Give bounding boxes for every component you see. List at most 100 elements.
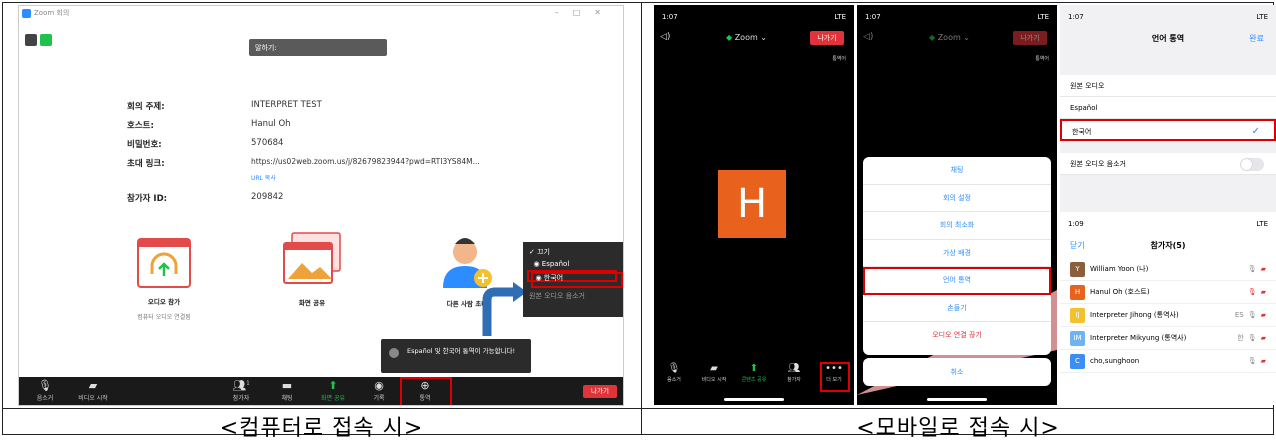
menu-meeting-settings[interactable]: 회의 설정 xyxy=(863,185,1051,212)
window-controls[interactable]: –□✕ xyxy=(555,8,615,17)
highlight-interpretation xyxy=(863,267,1051,295)
leave-button[interactable]: 나가기 xyxy=(1013,31,1047,45)
avatar: IJ xyxy=(1070,308,1085,323)
mute-original-toggle[interactable] xyxy=(1240,158,1264,171)
toast-text: Español 및 한국어 통역이 가능합니다! xyxy=(407,347,516,355)
globe-icon xyxy=(389,348,399,358)
participants-icon: 👥︎1 xyxy=(232,379,250,392)
leave-button[interactable]: 나가기 xyxy=(583,385,617,398)
mic-video-icons: 한 🎙︎ ▰ xyxy=(1237,334,1266,342)
password-value: 570684 xyxy=(251,138,284,148)
highlight-interpret xyxy=(400,377,452,405)
avatar: C xyxy=(1070,354,1085,369)
mic-icon: 🎙︎ xyxy=(667,363,681,374)
caption-desktop: <컴퓨터로 접속 시> xyxy=(219,416,424,441)
leave-button[interactable]: 나가기 xyxy=(810,31,844,45)
password-key: 비밀번호: xyxy=(127,140,162,150)
mic-video-icons: 🎙︎ ▰ xyxy=(1247,288,1266,296)
share-button[interactable]: ⬆ 콘텐츠 공유 xyxy=(739,363,769,383)
shield-icon[interactable] xyxy=(40,34,52,46)
meeting-header: ◁) ◆ Zoom ⌄ 나가기 xyxy=(654,29,854,49)
participant-row[interactable]: IM Interpreter Mikyung (통역사) 한 🎙︎ ▰ xyxy=(1060,327,1276,350)
participant-id-key: 참가자 ID: xyxy=(127,194,168,204)
participants-title: 참가자(5) xyxy=(1150,241,1186,250)
menu-virtual-background[interactable]: 가상 배경 xyxy=(863,240,1051,267)
lang-option-spanish[interactable]: ◉ Español xyxy=(529,258,617,270)
divider-horizontal xyxy=(2,408,1274,409)
language-header: 언어 통역 완료 xyxy=(1060,29,1276,51)
audio-join-sub: 컴퓨터 오디오 연결됨 xyxy=(137,314,191,321)
participants-button[interactable]: 👥︎1 참가자 xyxy=(219,379,263,402)
cancel-button[interactable]: 취소 xyxy=(863,358,1051,386)
meeting-header: ◁) ◆ Zoom ⌄ 나가기 xyxy=(857,29,1057,49)
video-button[interactable]: ▰ 비디오 시작 xyxy=(71,379,115,402)
url-copy-link[interactable]: URL 복사 xyxy=(251,173,276,182)
home-indicator xyxy=(927,398,987,401)
info-icon[interactable] xyxy=(25,34,37,46)
screen-share-icon xyxy=(283,232,341,284)
status-bar: 1:07 LTE xyxy=(1068,13,1268,21)
status-bar-2: 1:09 LTE xyxy=(1068,220,1268,228)
menu-raise-hand[interactable]: 손들기 xyxy=(863,295,1051,322)
mobile-meeting-screen: 1:07 LTE ◁) ◆ Zoom ⌄ 나가기 통역어 H 🎙︎ 음소거 ▰ 비디오… xyxy=(654,5,854,405)
window-title: Zoom 회의 xyxy=(34,9,70,17)
zoom-logo-icon xyxy=(22,8,31,18)
lang-original[interactable]: 원본 오디오 xyxy=(1060,75,1276,97)
host-value: Hanul Oh xyxy=(251,119,291,129)
participant-row[interactable]: Y William Yoon (나) 🎙︎ ▰ xyxy=(1060,258,1276,281)
topic-key: 회의 주제: xyxy=(127,102,165,112)
participants-button[interactable]: 👥︎ 참가자 xyxy=(779,363,809,383)
lang-option-off[interactable]: ✓ 끄기 xyxy=(529,246,617,258)
participant-row[interactable]: IJ Interpreter Jihong (통역사) ES 🎙︎ ▰ xyxy=(1060,304,1276,327)
caption-mobile: <모바일로 접속 시> xyxy=(856,416,1060,441)
participants-panel: 1:09 LTE 닫기 참가자(5) Y William Yoon (나) 🎙︎ ▰ H… xyxy=(1060,212,1276,405)
share-icon: ⬆ xyxy=(749,363,759,374)
record-button[interactable]: ◉ 기록 xyxy=(357,379,401,402)
screen-share-tile[interactable]: 화면 공유 xyxy=(277,231,347,307)
mobile-menu-screen: 1:07 LTE ◁) ◆ Zoom ⌄ 나가기 통역어 채팅 회의 설정 회의 … xyxy=(857,5,1057,405)
status-bar: 1:07 LTE xyxy=(865,13,1049,21)
interpretation-toast: Español 및 한국어 통역이 가능합니다! xyxy=(381,339,531,373)
video-off-icon: ▰ xyxy=(710,363,718,374)
invite-link-key: 초대 링크: xyxy=(127,159,165,169)
zoom-title[interactable]: ◆ Zoom ⌄ xyxy=(726,33,767,42)
menu-minimize[interactable]: 회의 최소화 xyxy=(863,212,1051,240)
chat-button[interactable]: ▬ 채팅 xyxy=(265,379,309,402)
headphones-icon xyxy=(137,238,191,288)
participants-header: 닫기 참가자(5) xyxy=(1060,236,1276,258)
audio-join-label: 오디오 참가 xyxy=(147,298,181,306)
done-button[interactable]: 완료 xyxy=(1249,33,1264,44)
chat-icon: ▬ xyxy=(281,379,293,392)
mute-button[interactable]: 🎙︎ 음소거 xyxy=(659,363,689,383)
highlight-more xyxy=(820,362,850,392)
participant-row[interactable]: Ccho,sunghoon 🎙︎ ▰ xyxy=(1060,350,1276,373)
home-indicator xyxy=(724,398,784,401)
screen-share-label: 화면 공유 xyxy=(298,299,326,307)
participant-id-value: 209842 xyxy=(251,192,284,202)
participant-row[interactable]: H Hanul Oh (호스트) 🎙︎ ▰ xyxy=(1060,281,1276,304)
avatar: H xyxy=(1070,285,1085,300)
share-icon: ⬆ xyxy=(328,379,338,392)
host-key: 호스트: xyxy=(127,121,154,131)
desktop-zoom-window: Zoom 회의 –□✕ 말하기: 회의 주제: INTERPRET TEST 호… xyxy=(18,5,624,406)
lang-korean[interactable]: 한국어 ✓ xyxy=(1060,119,1276,141)
speaker-icon[interactable]: ◁) xyxy=(863,32,873,42)
menu-disconnect-audio[interactable]: 오디오 연결 끊기 xyxy=(863,322,1051,350)
video-button[interactable]: ▰ 비디오 시작 xyxy=(699,363,729,383)
mute-original-row[interactable]: 원본 오디오 음소거 xyxy=(1060,153,1276,175)
audio-join-tile[interactable]: 오디오 참가 컴퓨터 오디오 연결됨 xyxy=(129,238,199,321)
menu-chat[interactable]: 채팅 xyxy=(863,157,1051,185)
mute-original-option[interactable]: 원본 오디오 음소거 xyxy=(529,290,617,302)
share-button[interactable]: ⬆ 화면 공유 xyxy=(311,379,355,402)
mute-button[interactable]: 🎙︎ 음소거 xyxy=(23,379,67,402)
speaker-icon[interactable]: ◁) xyxy=(660,32,670,42)
talking-indicator: 말하기: xyxy=(249,39,387,56)
mic-video-icons: 🎙︎ ▰ xyxy=(1247,357,1266,365)
interpretation-badge: 통역어 xyxy=(832,56,846,62)
lang-spanish[interactable]: Español xyxy=(1060,97,1276,119)
mic-icon: 🎙︎ xyxy=(38,379,52,392)
zoom-title[interactable]: ◆ Zoom ⌄ xyxy=(929,33,970,42)
video-off-icon: ▰ xyxy=(88,379,98,392)
highlight-korean xyxy=(531,272,623,288)
